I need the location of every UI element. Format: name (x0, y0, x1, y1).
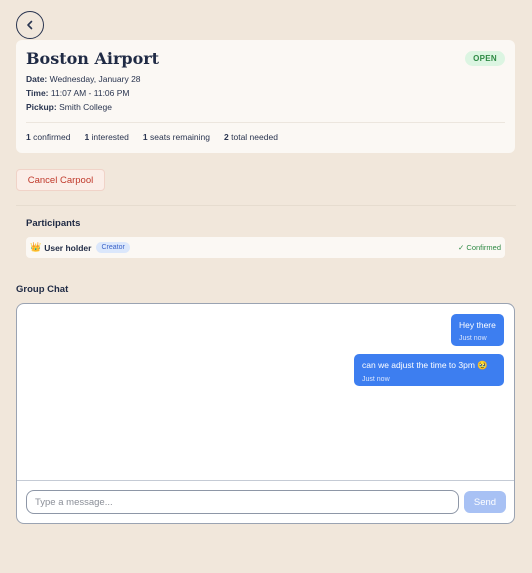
pickup-label: Pickup: (26, 102, 57, 112)
date-label: Date: (26, 74, 48, 84)
status-badge: OPEN (465, 51, 505, 66)
date-value: Wednesday, January 28 (49, 74, 141, 84)
stat-seats-remaining: 1 seats remaining (142, 132, 211, 142)
back-button[interactable] (16, 11, 44, 39)
participants-heading: Participants (26, 218, 81, 229)
message-time: Just now (362, 376, 390, 383)
message-input[interactable] (26, 490, 459, 514)
message-text: Hey there (459, 320, 496, 330)
stat-confirmed: 1 confirmed (26, 132, 71, 142)
crown-icon: 👑 (30, 242, 42, 252)
trip-details-card: Boston Airport OPEN Date: Wednesday, Jan… (16, 40, 515, 153)
send-button[interactable]: Send (464, 491, 506, 513)
chat-message: Hey there Just now (451, 314, 504, 346)
trip-pickup: Pickup: Smith College (26, 102, 112, 112)
time-value: 11:07 AM - 11:06 PM (50, 88, 130, 98)
message-time: Just now (459, 335, 487, 342)
trip-stats: 1 confirmed 1 interested 1 seats remaini… (26, 132, 278, 142)
card-divider (26, 122, 505, 123)
chat-panel: Hey there Just now can we adjust the tim… (16, 303, 515, 524)
trip-time: Time: 11:07 AM - 11:06 PM (26, 88, 130, 98)
section-divider (16, 205, 516, 206)
message-text: can we adjust the time to 3pm 🥹 (362, 360, 488, 370)
participant-name: User holder (44, 242, 92, 253)
pickup-value: Smith College (59, 102, 112, 112)
cancel-carpool-button[interactable]: Cancel Carpool (16, 169, 105, 191)
trip-date: Date: Wednesday, January 28 (26, 74, 141, 84)
chevron-left-icon (27, 20, 33, 30)
chat-message: can we adjust the time to 3pm 🥹 Just now (354, 354, 504, 386)
stat-total-needed: 2 total needed (224, 132, 278, 142)
creator-badge: Creator (96, 242, 130, 253)
time-label: Time: (26, 88, 49, 98)
chat-divider (17, 480, 514, 481)
trip-title: Boston Airport (26, 49, 160, 68)
stat-interested: 1 interested (84, 132, 129, 142)
group-chat-heading: Group Chat (16, 284, 69, 295)
participant-status: ✓ Confirmed (458, 243, 501, 252)
participant-row: 👑 User holder Creator ✓ Confirmed (26, 237, 505, 258)
